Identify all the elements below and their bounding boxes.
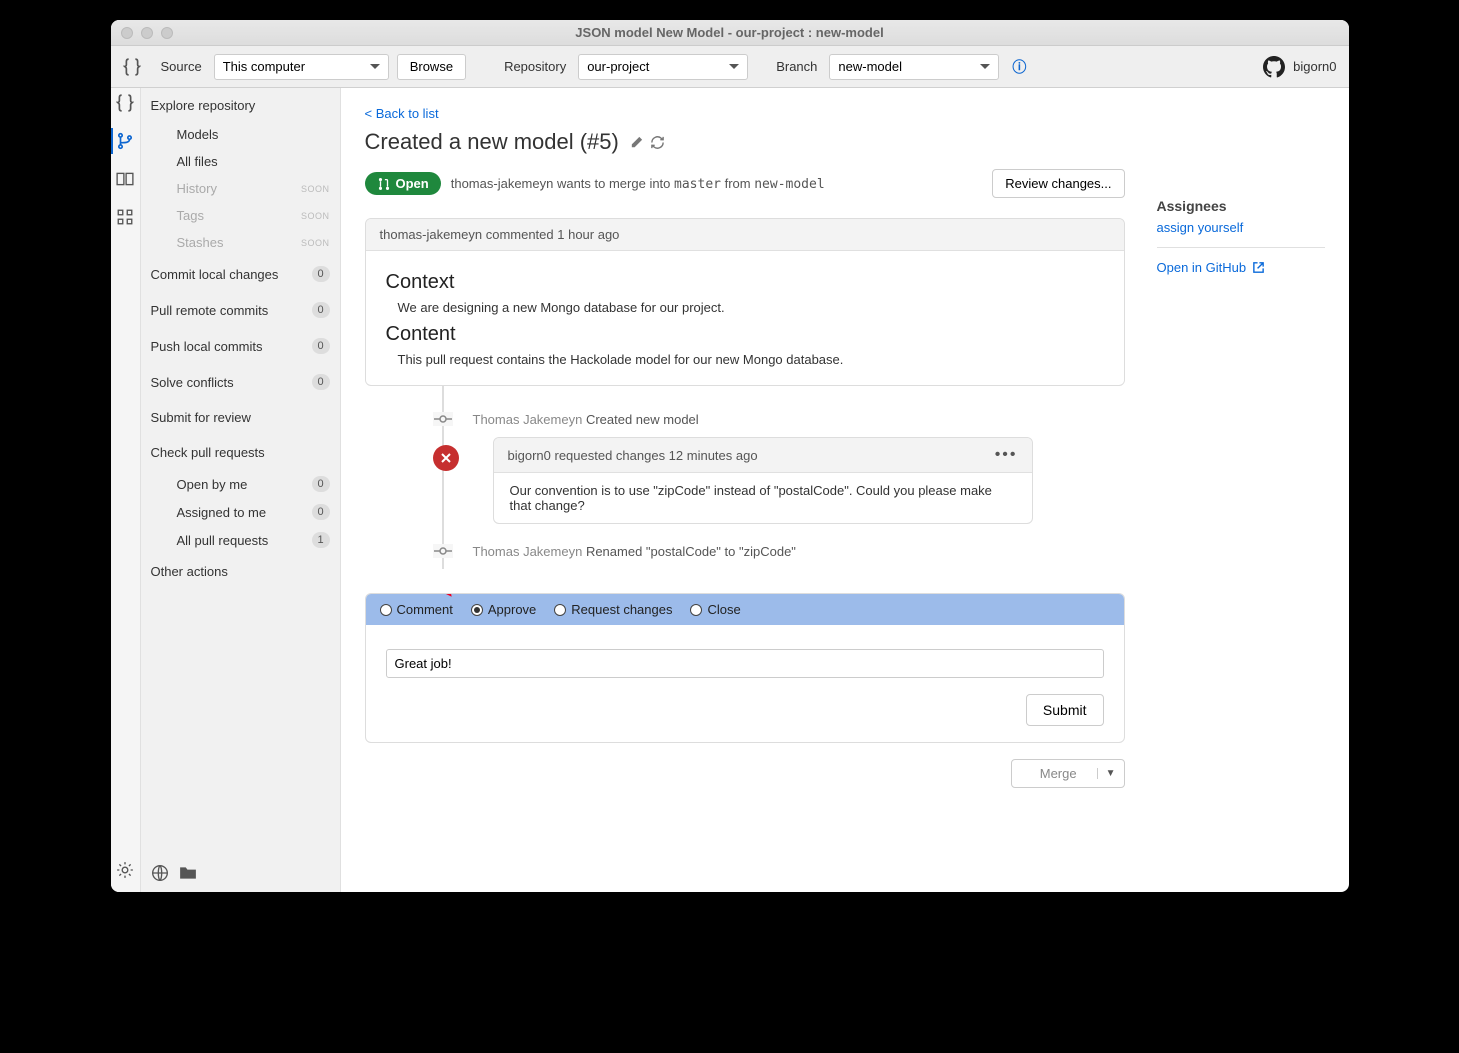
sidebar: Explore repository Models All files Hist…: [141, 88, 341, 892]
username: bigorn0: [1293, 59, 1336, 74]
source-select[interactable]: This computer: [214, 54, 389, 80]
review-body: Our convention is to use "zipCode" inste…: [494, 473, 1032, 523]
sidebar-bottom: [141, 854, 340, 892]
badge: 1: [312, 532, 330, 548]
sidebar-item-models[interactable]: Models: [141, 121, 340, 148]
status-badge: Open: [365, 172, 441, 195]
back-to-list-link[interactable]: < Back to list: [365, 106, 439, 121]
close-window-icon[interactable]: [121, 27, 133, 39]
comment-heading: Content: [386, 323, 1104, 346]
repo-label: Repository: [504, 59, 566, 74]
browse-button[interactable]: Browse: [397, 54, 466, 80]
maximize-window-icon[interactable]: [161, 27, 173, 39]
review-entry: bigorn0 requested changes 12 minutes ago…: [443, 437, 1125, 524]
traffic-lights: [121, 27, 173, 39]
review-action-panel: Comment Approve Request changes Close Su…: [365, 593, 1125, 743]
sidebar-item-tags: TagsSOON: [141, 202, 340, 229]
pr-title: Created a new model (#5): [365, 129, 619, 155]
comment-header: thomas-jakemeyn commented 1 hour ago: [366, 219, 1124, 251]
submit-button[interactable]: Submit: [1026, 694, 1104, 726]
info-icon[interactable]: ⓘ: [1011, 59, 1027, 75]
badge: 0: [312, 374, 330, 390]
sidebar-item-commit-local[interactable]: Commit local changes0: [141, 256, 340, 292]
user-area[interactable]: bigorn0: [1263, 56, 1336, 78]
comment-text: This pull request contains the Hackolade…: [398, 352, 1104, 367]
refresh-icon[interactable]: [650, 135, 665, 150]
commit-entry: Thomas Jakemeyn Created new model: [443, 402, 1125, 437]
action-request-changes-radio[interactable]: Request changes: [554, 602, 672, 617]
changes-requested-icon: [433, 445, 459, 471]
comment-box: thomas-jakemeyn commented 1 hour ago Con…: [365, 218, 1125, 386]
sidebar-item-other-actions[interactable]: Other actions: [141, 554, 340, 589]
github-icon: [1263, 56, 1285, 78]
braces-rail-icon[interactable]: [116, 94, 134, 112]
branch-rail-icon[interactable]: [116, 132, 134, 150]
app-window: JSON model New Model - our-project : new…: [111, 20, 1349, 892]
sidebar-item-history: HistorySOON: [141, 175, 340, 202]
badge: 0: [312, 302, 330, 318]
badge: 0: [312, 476, 330, 492]
badge: 0: [312, 504, 330, 520]
external-link-icon: [1252, 261, 1265, 274]
review-header: bigorn0 requested changes 12 minutes ago…: [494, 438, 1032, 473]
review-action-header: Comment Approve Request changes Close: [366, 594, 1124, 625]
left-rail: [111, 88, 141, 892]
main-area: < Back to list Created a new model (#5) …: [341, 88, 1349, 892]
more-menu-icon[interactable]: •••: [995, 446, 1018, 464]
sidebar-item-check-pr[interactable]: Check pull requests: [141, 435, 340, 470]
content: < Back to list Created a new model (#5) …: [341, 88, 1149, 892]
open-in-github-link[interactable]: Open in GitHub: [1157, 260, 1266, 275]
gear-icon[interactable]: [116, 861, 134, 879]
comment-body: Context We are designing a new Mongo dat…: [366, 251, 1124, 385]
commit-icon: [433, 412, 453, 426]
edit-icon[interactable]: [629, 135, 644, 150]
sidebar-item-pull-remote[interactable]: Pull remote commits0: [141, 292, 340, 328]
sidebar-explore[interactable]: Explore repository: [141, 88, 340, 121]
sidebar-item-assigned-to-me[interactable]: Assigned to me0: [141, 498, 340, 526]
folder-icon[interactable]: [179, 864, 197, 882]
commit-icon: [433, 544, 453, 558]
braces-icon[interactable]: [123, 58, 141, 76]
sidebar-item-push-local[interactable]: Push local commits0: [141, 328, 340, 364]
minimize-window-icon[interactable]: [141, 27, 153, 39]
review-changes-button[interactable]: Review changes...: [992, 169, 1124, 198]
merge-description: thomas-jakemeyn wants to merge into mast…: [451, 176, 825, 192]
badge: 0: [312, 266, 330, 282]
action-comment-radio[interactable]: Comment: [380, 602, 453, 617]
merge-button[interactable]: Merge ▼: [1011, 759, 1125, 788]
action-approve-radio[interactable]: Approve: [471, 602, 536, 617]
action-close-radio[interactable]: Close: [690, 602, 740, 617]
sidebar-item-submit-review[interactable]: Submit for review: [141, 400, 340, 435]
titlebar: JSON model New Model - our-project : new…: [111, 20, 1349, 46]
grid-rail-icon[interactable]: [116, 208, 134, 226]
assign-yourself-link[interactable]: assign yourself: [1157, 220, 1244, 235]
badge: 0: [312, 338, 330, 354]
sidebar-item-solve-conflicts[interactable]: Solve conflicts0: [141, 364, 340, 400]
chevron-down-icon[interactable]: ▼: [1097, 768, 1116, 779]
branch-label: Branch: [776, 59, 817, 74]
repository-select[interactable]: our-project: [578, 54, 748, 80]
sidebar-item-stashes: StashesSOON: [141, 229, 340, 256]
sidebar-item-open-by-me[interactable]: Open by me0: [141, 470, 340, 498]
toolbar: Source This computer Browse Repository o…: [111, 46, 1349, 88]
globe-icon[interactable]: [151, 864, 169, 882]
comment-heading: Context: [386, 271, 1104, 294]
compare-rail-icon[interactable]: [116, 170, 134, 188]
sidebar-item-all-files[interactable]: All files: [141, 148, 340, 175]
pull-request-icon: [377, 177, 391, 191]
sidebar-item-all-pr[interactable]: All pull requests1: [141, 526, 340, 554]
assignees-header: Assignees: [1157, 198, 1325, 220]
source-label: Source: [161, 59, 202, 74]
right-column: Assignees assign yourself Open in GitHub: [1149, 88, 1349, 892]
window-title: JSON model New Model - our-project : new…: [575, 25, 883, 40]
comment-text: We are designing a new Mongo database fo…: [398, 300, 1104, 315]
review-comment-input[interactable]: [386, 649, 1104, 678]
commit-entry: Thomas Jakemeyn Renamed "postalCode" to …: [443, 534, 1125, 569]
branch-select[interactable]: new-model: [829, 54, 999, 80]
